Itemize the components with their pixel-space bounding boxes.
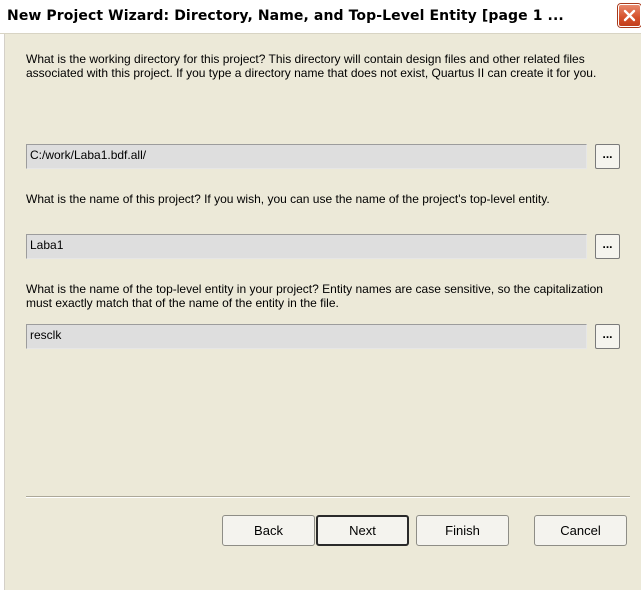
cancel-button[interactable]: Cancel (534, 515, 627, 546)
working-directory-browse-button[interactable]: ... (595, 144, 620, 169)
top-level-entity-question: What is the name of the top-level entity… (26, 282, 603, 310)
footer-separator-highlight (26, 497, 630, 498)
top-level-entity-field[interactable]: resclk (26, 324, 587, 349)
close-button[interactable] (618, 4, 641, 27)
wizard-content: What is the working directory for this p… (5, 34, 641, 590)
project-name-field[interactable]: Laba1 (26, 234, 587, 259)
window-title: New Project Wizard: Directory, Name, and… (7, 8, 564, 24)
working-directory-question: What is the working directory for this p… (26, 52, 597, 80)
close-x-icon (623, 9, 636, 22)
project-name-question: What is the name of this project? If you… (26, 192, 550, 206)
project-name-browse-button[interactable]: ... (595, 234, 620, 259)
finish-button[interactable]: Finish (416, 515, 509, 546)
working-directory-field[interactable]: C:/work/Laba1.bdf.all/ (26, 144, 587, 169)
title-bar: New Project Wizard: Directory, Name, and… (0, 0, 641, 34)
next-button[interactable]: Next (316, 515, 409, 546)
back-button[interactable]: Back (222, 515, 315, 546)
top-level-entity-browse-button[interactable]: ... (595, 324, 620, 349)
